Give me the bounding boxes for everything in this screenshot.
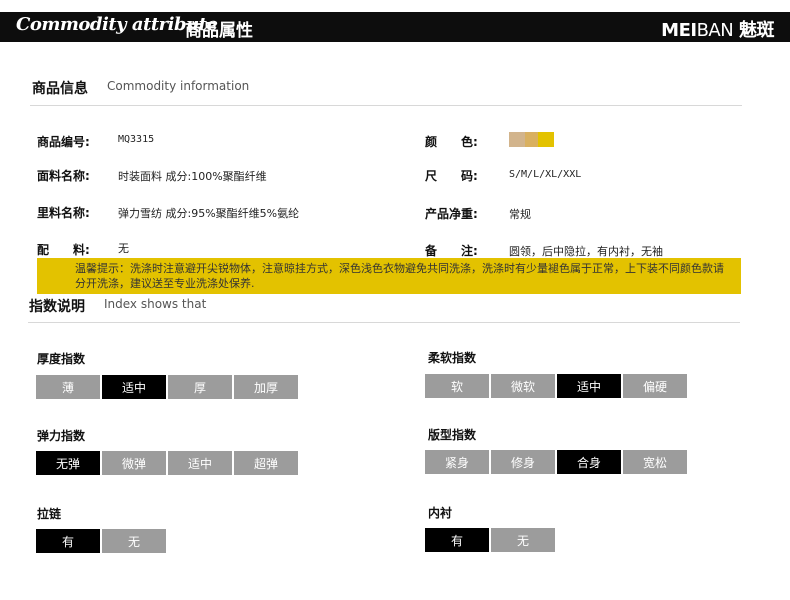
softness-option: 偏硬 xyxy=(623,374,687,398)
brand-logo-bold: MEI xyxy=(661,20,697,41)
fit-selector: 紧身 修身 合身 宽松 xyxy=(425,450,687,474)
header-bar: Commodity attribute 商品属性 MEIBAN 魅斑 xyxy=(0,12,790,42)
info-section-subtitle: Commodity information xyxy=(107,79,250,93)
washing-notice-text: 温馨提示：洗涤时注意避开尖锐物体，注意晾挂方式，深色浅色衣物避免共同洗涤，洗涤时… xyxy=(75,262,724,290)
fabric-label: 面料名称: xyxy=(37,169,90,183)
elasticity-option: 适中 xyxy=(168,451,232,475)
thickness-option: 厚 xyxy=(168,375,232,399)
thickness-option: 适中 xyxy=(102,375,166,399)
code-label: 商品编号: xyxy=(37,135,90,149)
accessory-value: 无 xyxy=(118,242,129,255)
accessory-label: 配 料: xyxy=(37,243,90,257)
softness-option: 适中 xyxy=(557,374,621,398)
fit-option: 宽松 xyxy=(623,450,687,474)
header-title-cn: 商品属性 xyxy=(185,21,253,41)
color-swatch-yellow xyxy=(538,132,554,147)
remark-label: 备 注: xyxy=(425,244,478,258)
inner-selector: 有无 xyxy=(425,528,555,552)
info-divider xyxy=(30,105,742,106)
thickness-selector: 薄适中厚加厚 xyxy=(36,375,298,399)
index-section-subtitle: Index shows that xyxy=(104,297,207,311)
washing-notice: 温馨提示：洗涤时注意避开尖锐物体，注意晾挂方式，深色浅色衣物避免共同洗涤，洗涤时… xyxy=(37,258,741,294)
fit-title: 版型指数 xyxy=(428,428,477,442)
softness-selector: 软微软 适中 偏硬 xyxy=(425,374,687,398)
elasticity-title: 弹力指数 xyxy=(37,429,86,443)
zipper-selector: 有无 xyxy=(36,529,166,553)
color-swatch-blend xyxy=(525,132,538,147)
softness-option: 软 xyxy=(425,374,489,398)
info-section-title: 商品信息 xyxy=(32,81,88,97)
index-section-title: 指数说明 xyxy=(29,299,85,315)
thickness-option: 薄 xyxy=(36,375,100,399)
softness-option: 微软 xyxy=(491,374,555,398)
size-value: S/M/L/XL/XXL xyxy=(509,169,582,180)
fit-option: 合身 xyxy=(557,450,621,474)
fit-option: 紧身 xyxy=(425,450,489,474)
elasticity-option: 超弹 xyxy=(234,451,298,475)
zipper-option: 无 xyxy=(102,529,166,553)
brand-logo-cn: 魅斑 xyxy=(739,20,775,41)
zipper-title: 拉链 xyxy=(37,507,62,521)
inner-option: 无 xyxy=(491,528,555,552)
inner-title: 内衬 xyxy=(428,506,453,520)
color-label: 颜 色: xyxy=(425,135,478,149)
brand-logo: MEIBAN 魅斑 xyxy=(661,16,774,42)
elasticity-option: 无弹 xyxy=(36,451,100,475)
brand-logo-light: BAN xyxy=(696,20,734,41)
elasticity-option: 微弹 xyxy=(102,451,166,475)
lining-value: 弹力雪纺 成分:95%聚酯纤维5%氨纶 xyxy=(118,207,300,220)
softness-title: 柔软指数 xyxy=(428,351,477,365)
inner-option: 有 xyxy=(425,528,489,552)
code-value: MQ3315 xyxy=(118,134,155,145)
fabric-value: 时装面料 成分:100%聚酯纤维 xyxy=(118,170,267,183)
thickness-title: 厚度指数 xyxy=(37,352,86,366)
zipper-option: 有 xyxy=(36,529,100,553)
lining-label: 里料名称: xyxy=(37,206,90,220)
weight-label: 产品净重: xyxy=(425,207,478,221)
color-swatch-tan xyxy=(509,132,525,147)
weight-value: 常规 xyxy=(509,208,531,221)
elasticity-selector: 无弹 微弹 适中 超弹 xyxy=(36,451,298,475)
fit-option: 修身 xyxy=(491,450,555,474)
thickness-option: 加厚 xyxy=(234,375,298,399)
size-label: 尺 码: xyxy=(425,169,478,183)
index-divider xyxy=(28,322,740,323)
remark-value: 圆领，后中隐拉，有内衬，无袖 xyxy=(509,245,663,258)
